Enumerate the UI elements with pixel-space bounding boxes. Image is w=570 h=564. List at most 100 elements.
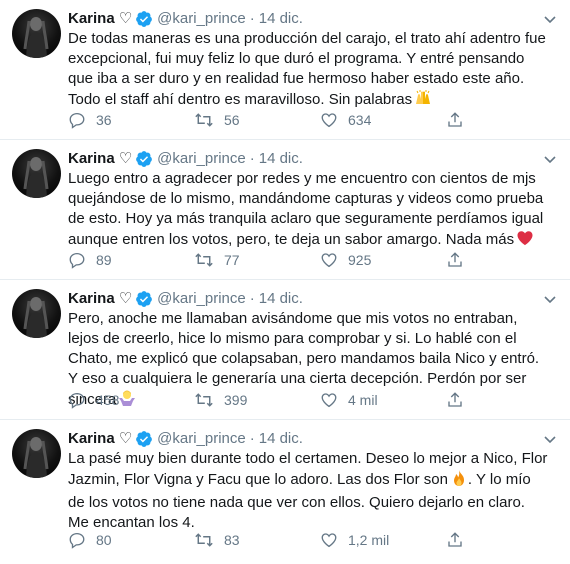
fire-icon — [450, 469, 468, 493]
avatar-figure-icon — [23, 297, 49, 338]
like-button[interactable]: 925 — [320, 250, 446, 270]
reply-icon — [69, 392, 85, 409]
share-button[interactable] — [446, 251, 474, 269]
reply-icon — [69, 252, 85, 269]
retweet-button[interactable]: 56 — [194, 110, 320, 130]
tweet-header: Karina ♡ @kari_prince · 14 dic. — [68, 429, 558, 449]
tweet-date[interactable]: 14 dic. — [259, 429, 303, 449]
like-count: 4 mil — [348, 392, 378, 408]
chevron-down-icon[interactable] — [542, 431, 558, 447]
verified-badge-icon — [135, 150, 153, 168]
verified-badge-icon — [135, 290, 153, 308]
avatar[interactable] — [12, 149, 61, 198]
name-heart: ♡ — [118, 430, 133, 447]
like-count: 925 — [348, 252, 372, 268]
tweet-text: Luego entro a agradecer por redes y me e… — [68, 169, 548, 253]
retweet-button[interactable]: 399 — [194, 390, 320, 410]
reply-count: 36 — [96, 112, 112, 128]
tweet-text: De todas maneras es una producción del c… — [68, 29, 548, 113]
retweet-count: 77 — [224, 252, 240, 268]
tweet-text-content: Luego entro a agradecer por redes y me e… — [68, 170, 544, 248]
author-name[interactable]: Karina — [68, 429, 115, 449]
reply-button[interactable]: 89 — [68, 250, 194, 270]
verified-badge-icon — [135, 430, 153, 448]
separator: · — [249, 10, 255, 27]
avatar-figure-icon — [23, 157, 49, 198]
retweet-count: 56 — [224, 112, 240, 128]
author-handle[interactable]: @kari_prince — [157, 289, 246, 309]
heart-icon — [321, 533, 337, 548]
author-name[interactable]: Karina — [68, 289, 115, 309]
heart-icon — [321, 253, 337, 268]
tweet-date[interactable]: 14 dic. — [259, 149, 303, 169]
tweet-actions: 458 399 4 mil — [68, 390, 488, 410]
retweet-icon — [195, 533, 213, 547]
retweet-button[interactable]: 77 — [194, 250, 320, 270]
like-count: 1,2 mil — [348, 532, 390, 548]
heart-icon — [321, 393, 337, 408]
separator: · — [249, 150, 255, 167]
chevron-down-icon[interactable] — [542, 11, 558, 27]
reply-icon — [69, 532, 85, 549]
tweet-actions: 80 83 1,2 mil — [68, 530, 488, 550]
retweet-count: 399 — [224, 392, 248, 408]
tweet-header: Karina ♡ @kari_prince · 14 dic. — [68, 289, 558, 309]
author-name[interactable]: Karina — [68, 149, 115, 169]
retweet-icon — [195, 113, 213, 127]
reply-button[interactable]: 80 — [68, 530, 194, 550]
tweet-text-content: De todas maneras es una producción del c… — [68, 30, 546, 108]
avatar[interactable] — [12, 289, 61, 338]
name-heart: ♡ — [118, 150, 133, 167]
tweet-text: La pasé muy bien durante todo el certame… — [68, 449, 548, 533]
separator: · — [249, 290, 255, 307]
share-button[interactable] — [446, 391, 474, 409]
like-button[interactable]: 1,2 mil — [320, 530, 446, 550]
author-handle[interactable]: @kari_prince — [157, 149, 246, 169]
tweet[interactable]: Karina ♡ @kari_prince · 14 dic. Luego en… — [0, 140, 570, 280]
tweet-actions: 89 77 925 — [68, 250, 488, 270]
reply-button[interactable]: 458 — [68, 390, 194, 410]
name-heart: ♡ — [118, 290, 133, 307]
share-button[interactable] — [446, 531, 474, 549]
tweet-header: Karina ♡ @kari_prince · 14 dic. — [68, 149, 558, 169]
avatar-figure-icon — [23, 437, 49, 478]
share-icon — [448, 252, 462, 267]
author-name[interactable]: Karina — [68, 9, 115, 29]
author-handle[interactable]: @kari_prince — [157, 9, 246, 29]
name-heart: ♡ — [118, 10, 133, 27]
share-icon — [448, 112, 462, 127]
tweet[interactable]: Karina ♡ @kari_prince · 14 dic. La pasé … — [0, 420, 570, 564]
retweet-button[interactable]: 83 — [194, 530, 320, 550]
chevron-down-icon[interactable] — [542, 151, 558, 167]
reply-icon — [69, 112, 85, 129]
tweet-feed: Karina ♡ @kari_prince · 14 dic. De todas… — [0, 0, 570, 564]
share-icon — [448, 392, 462, 407]
author-handle[interactable]: @kari_prince — [157, 429, 246, 449]
reply-count: 89 — [96, 252, 112, 268]
reply-count: 80 — [96, 532, 112, 548]
retweet-icon — [195, 253, 213, 267]
share-icon — [448, 532, 462, 547]
like-button[interactable]: 4 mil — [320, 390, 446, 410]
avatar[interactable] — [12, 429, 61, 478]
tweet-header: Karina ♡ @kari_prince · 14 dic. — [68, 9, 558, 29]
share-button[interactable] — [446, 111, 474, 129]
tweet[interactable]: Karina ♡ @kari_prince · 14 dic. Pero, an… — [0, 280, 570, 420]
like-button[interactable]: 634 — [320, 110, 446, 130]
reply-count: 458 — [96, 392, 120, 408]
tweet[interactable]: Karina ♡ @kari_prince · 14 dic. De todas… — [0, 0, 570, 140]
verified-badge-icon — [135, 10, 153, 28]
reply-button[interactable]: 36 — [68, 110, 194, 130]
avatar-figure-icon — [23, 17, 49, 58]
retweet-count: 83 — [224, 532, 240, 548]
chevron-down-icon[interactable] — [542, 291, 558, 307]
red-heart-icon — [516, 229, 534, 253]
tweet-date[interactable]: 14 dic. — [259, 289, 303, 309]
separator: · — [249, 430, 255, 447]
avatar[interactable] — [12, 9, 61, 58]
heart-icon — [321, 113, 337, 128]
like-count: 634 — [348, 112, 372, 128]
tweet-actions: 36 56 634 — [68, 110, 488, 130]
retweet-icon — [195, 393, 213, 407]
tweet-date[interactable]: 14 dic. — [259, 9, 303, 29]
